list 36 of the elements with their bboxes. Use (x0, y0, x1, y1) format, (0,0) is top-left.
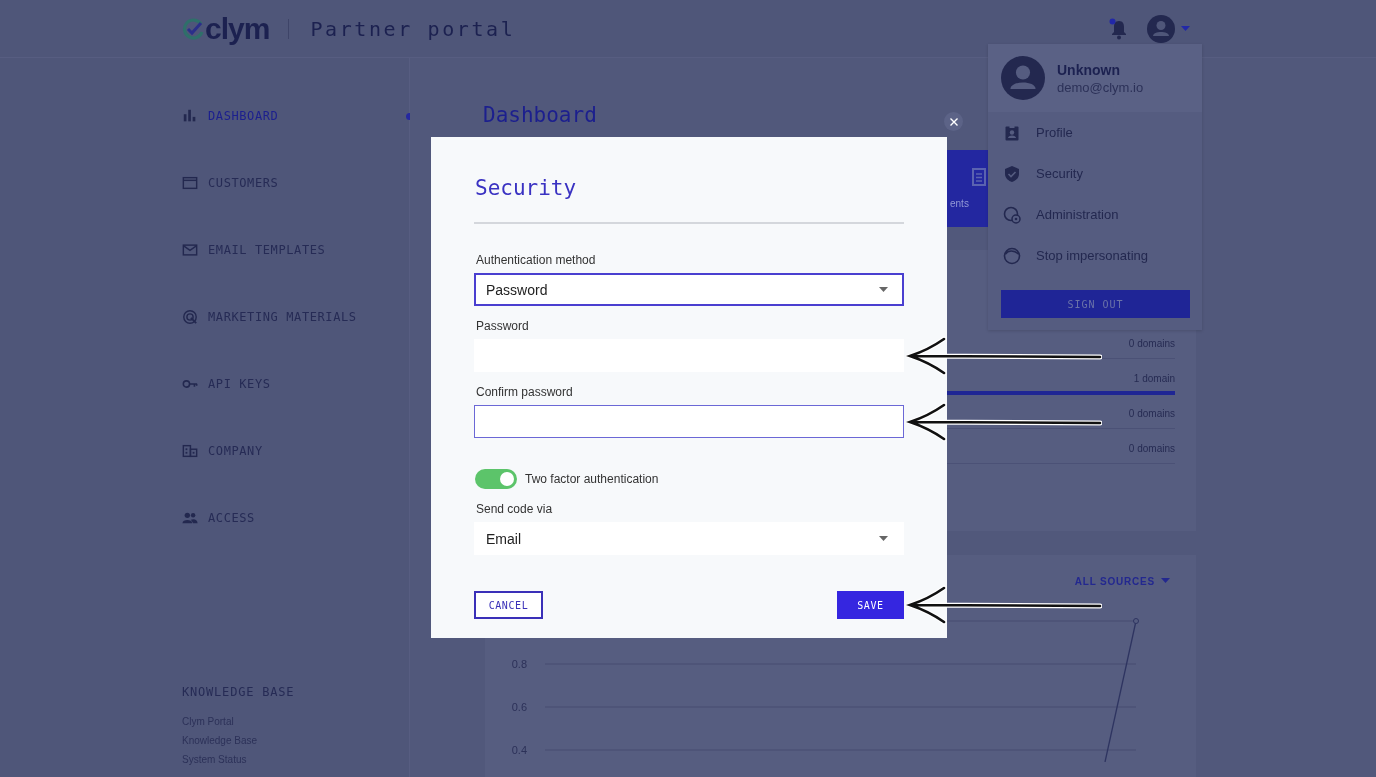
id-badge-icon (1003, 123, 1021, 142)
target-icon (182, 309, 198, 325)
round-head-icon (1003, 246, 1021, 265)
circle-badge-icon (1003, 205, 1021, 224)
shield-check-icon (1003, 164, 1021, 183)
caret-icon (879, 536, 888, 541)
field-label: Password (476, 319, 530, 334)
dropdown-field[interactable]: Email (474, 522, 904, 555)
caret-icon (879, 287, 888, 292)
document-icon (972, 168, 986, 186)
close-icon (949, 117, 958, 126)
bell-icon[interactable] (1109, 17, 1129, 40)
dropdown-field[interactable]: Password (474, 273, 904, 306)
field-label: Authentication method (476, 253, 597, 268)
check-circle-icon (182, 17, 204, 40)
building-icon (182, 443, 198, 459)
sign-out-button[interactable]: SIGN OUT (1001, 290, 1190, 318)
password-field[interactable] (474, 405, 904, 438)
people-icon (182, 510, 198, 526)
page-title: Dashboard (483, 103, 597, 127)
field-label: Send code via (476, 502, 554, 517)
bar-chart-icon (182, 108, 198, 124)
field-label: Confirm password (476, 385, 574, 400)
save-button[interactable]: SAVE (837, 591, 904, 619)
caret-icon (1181, 25, 1190, 32)
avatar-icon[interactable] (1147, 14, 1175, 43)
card-label: ents (950, 198, 969, 209)
avatar-icon (1001, 56, 1045, 100)
caret-icon (1161, 578, 1170, 584)
toggle-label: Two factor authentication (525, 472, 659, 486)
user-name: Unknown (1057, 61, 1121, 78)
cancel-button[interactable]: CANCEL (474, 591, 543, 619)
envelope-icon (182, 242, 198, 258)
toggle-switch[interactable] (475, 469, 517, 489)
dialog-title: Security (475, 175, 578, 201)
folder-icon (182, 175, 198, 191)
